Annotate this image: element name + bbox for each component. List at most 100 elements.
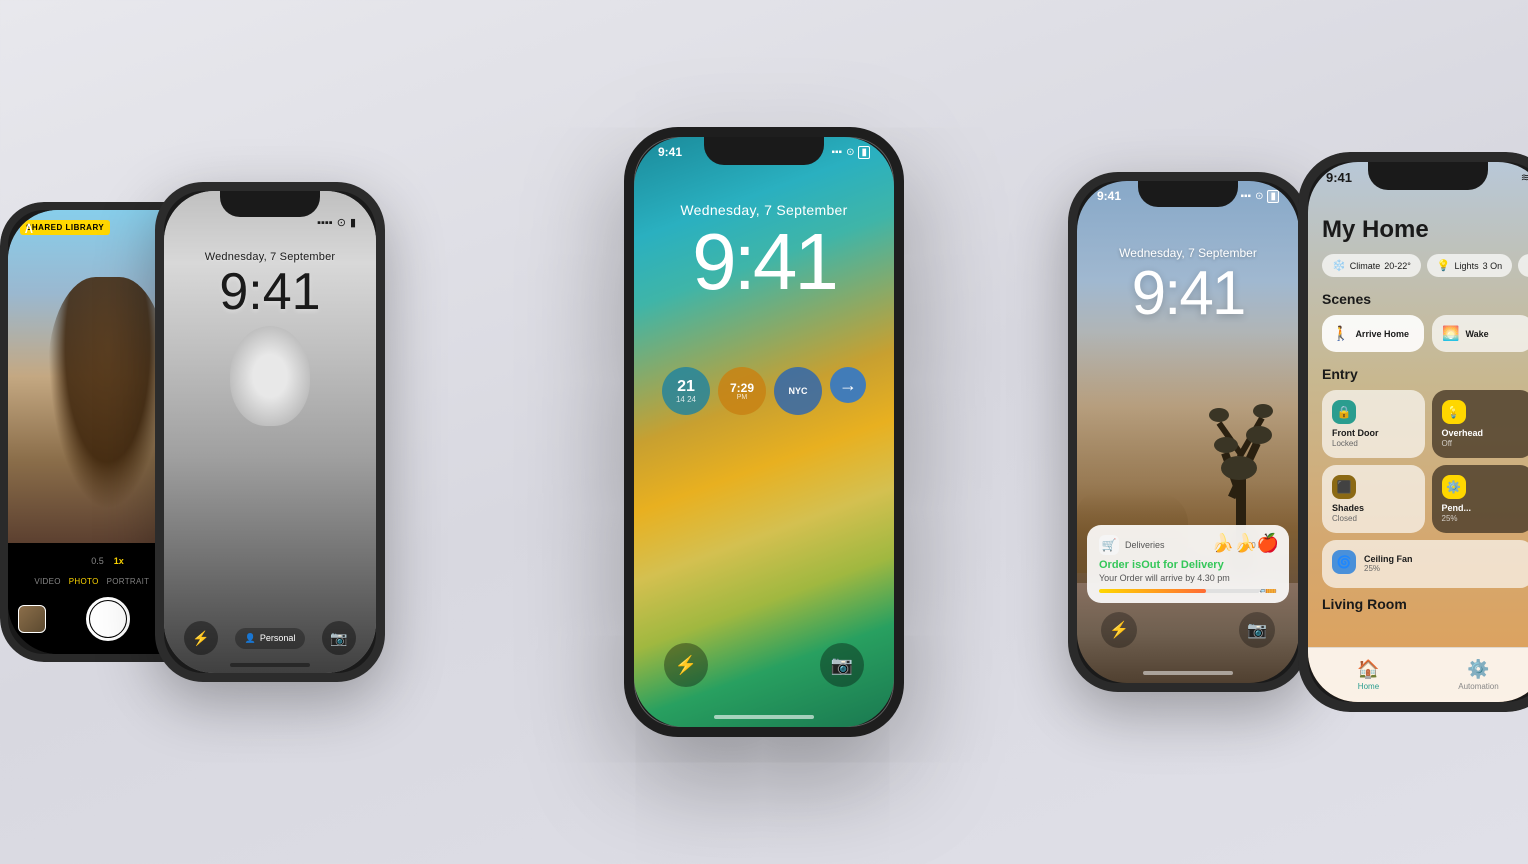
pending-icon: ⚙️ — [1442, 475, 1466, 499]
zoom-1x[interactable]: 1x — [114, 556, 124, 566]
widget-temp-range: 14 24 — [676, 395, 696, 404]
lights-icon: 💡 — [1437, 259, 1451, 272]
zoom-0-5[interactable]: 0.5 — [91, 556, 104, 566]
battery-icon-colorful: ▮ — [858, 146, 870, 159]
camera-mode-photo[interactable]: PHOTO — [69, 577, 99, 586]
device-card-pending[interactable]: ⚙️ Pend... 25% — [1432, 465, 1528, 533]
notif-truck-icon: 🚚 — [1257, 589, 1277, 593]
chip-climate-label: Climate — [1350, 261, 1381, 271]
ceiling-fan-name: Ceiling Fan — [1364, 554, 1413, 565]
home-content: My Home ❄️ Climate 20-22° 💡 Lights 3 On — [1308, 206, 1528, 702]
overhead-name: Overhead — [1442, 428, 1525, 439]
device-card-ceiling-fan[interactable]: 🌀 Ceiling Fan 25% — [1322, 540, 1528, 588]
notif-progress-fill — [1099, 589, 1206, 593]
chip-lights-label: Lights — [1455, 261, 1479, 271]
nav-home[interactable]: 🏠 Home — [1357, 659, 1379, 691]
chip-climate[interactable]: ❄️ Climate 20-22° — [1322, 254, 1421, 277]
scene-wake[interactable]: 🌅 Wake — [1432, 315, 1528, 352]
wifi-icon-desert: ⊙ — [1255, 191, 1263, 202]
desert-lock-bottom: ⚡ 📷 — [1077, 612, 1299, 648]
delivery-notification[interactable]: 🛒 Deliveries 10 items 🍌🍌🍎 Order isOut fo… — [1087, 525, 1289, 603]
signal-icon-desert: ▪▪▪ — [1240, 191, 1251, 202]
desert-flashlight-button[interactable]: ⚡ — [1101, 612, 1137, 648]
soundwave-icon: ≋ — [1521, 171, 1528, 184]
phones-container: SHARED LIBRARY ∧ ◎ 0.5 1x VIDEO PHOTO — [0, 0, 1528, 864]
shades-status: Closed — [1332, 514, 1415, 523]
shades-icon: ⬛ — [1332, 475, 1356, 499]
arrive-home-label: Arrive Home — [1355, 329, 1409, 339]
living-room-section-title: Living Room — [1322, 596, 1528, 612]
home-nav-label: Home — [1358, 682, 1379, 691]
desert-lock-time: 9:41 — [1077, 263, 1299, 325]
bw-personal-label[interactable]: 👤 Personal — [235, 628, 306, 649]
camera-mode-portrait[interactable]: PORTRAIT — [107, 577, 150, 586]
ceiling-fan-icon: 🌀 — [1332, 550, 1356, 574]
home-bottom-nav: 🏠 Home ⚙️ Automation — [1308, 647, 1528, 702]
device-card-shades[interactable]: ⬛ Shades Closed — [1322, 465, 1425, 533]
camera-mode-video[interactable]: VIDEO — [34, 577, 60, 586]
notif-status: Out for Delivery — [1141, 559, 1224, 571]
notif-app-icon: 🛒 — [1099, 535, 1119, 555]
widget-temp-value: 21 — [677, 379, 695, 395]
desert-camera-button[interactable]: 📷 — [1239, 612, 1275, 648]
colorful-home-indicator — [714, 715, 814, 719]
notch-bw — [220, 191, 320, 217]
lockscreen-widgets: 21 14 24 7:29 PM NYC → — [634, 367, 894, 415]
front-door-icon: 🔒 — [1332, 400, 1356, 424]
bw-flashlight-button[interactable]: ⚡ — [184, 621, 218, 655]
person-icon: 👤 — [245, 633, 256, 644]
pending-name: Pend... — [1442, 503, 1525, 514]
pending-status: 25% — [1442, 514, 1525, 523]
notif-title: Order isOut for Delivery — [1099, 559, 1277, 571]
notif-progress-bar: 🚚 — [1099, 589, 1277, 593]
overhead-icon: 💡 — [1442, 400, 1466, 424]
camera-thumbnail[interactable] — [18, 605, 46, 633]
widget-arrow[interactable]: → — [830, 367, 866, 403]
shades-name: Shades — [1332, 503, 1415, 514]
device-card-front-door[interactable]: 🔒 Front Door Locked — [1322, 390, 1425, 458]
signal-icon-colorful: ▪▪▪ — [831, 147, 842, 158]
widget-nyc: NYC — [774, 367, 822, 415]
notif-emojis: 🍌🍌🍎 — [1212, 533, 1279, 554]
desert-home-indicator — [1143, 671, 1233, 675]
shutter-button[interactable] — [86, 597, 130, 641]
wifi-icon-colorful: ⊙ — [846, 147, 854, 158]
automation-nav-label: Automation — [1458, 682, 1498, 691]
notif-subtitle: Your Order will arrive by 4.30 pm — [1099, 573, 1277, 583]
scene-arrive-home[interactable]: 🚶 Arrive Home — [1322, 315, 1424, 352]
widget-time-sub: PM — [737, 394, 748, 401]
ceiling-fan-section: 🌀 Ceiling Fan 25% — [1322, 540, 1528, 588]
colorful-camera-button[interactable]: 📷 — [820, 643, 864, 687]
wifi-icon-bw: ⊙ — [337, 216, 346, 229]
status-icons-bw: ▪▪▪▪ ⊙ ▮ — [317, 216, 356, 229]
camera-chevron-up-icon[interactable]: ∧ — [23, 218, 35, 238]
wake-label: Wake — [1465, 329, 1488, 339]
colorful-status-bar: 9:41 ▪▪▪ ⊙ ▮ — [634, 145, 894, 159]
colorful-lock-time: 9:41 — [634, 222, 894, 302]
automation-nav-icon: ⚙️ — [1467, 659, 1489, 680]
chip-climate-value: 20-22° — [1384, 261, 1411, 271]
phone-bw-lockscreen: ▪▪▪▪ ⊙ ▮ Wednesday, 7 September 9:41 ⚡ 👤… — [155, 182, 385, 682]
bw-camera-button[interactable]: 📷 — [322, 621, 356, 655]
home-nav-icon: 🏠 — [1357, 659, 1379, 680]
colorful-flashlight-button[interactable]: ⚡ — [664, 643, 708, 687]
wake-icon: 🌅 — [1442, 325, 1459, 342]
chip-security[interactable]: 🔒 Se — [1518, 254, 1528, 277]
signal-icon-bw: ▪▪▪▪ — [317, 217, 333, 229]
device-card-overhead[interactable]: 💡 Overhead Off — [1432, 390, 1528, 458]
widget-time: 7:29 PM — [718, 367, 766, 415]
colorful-lock-date: Wednesday, 7 September — [634, 202, 894, 218]
nav-automation[interactable]: ⚙️ Automation — [1458, 659, 1498, 691]
climate-icon: ❄️ — [1332, 259, 1346, 272]
home-status-bar: 9:41 ≋ — [1308, 170, 1528, 185]
scenes-row: 🚶 Arrive Home 🌅 Wake — [1322, 315, 1528, 352]
notif-title-text: Order is — [1099, 559, 1141, 571]
battery-icon-bw: ▮ — [350, 216, 356, 229]
bw-lock-date: Wednesday, 7 September — [164, 251, 376, 263]
desert-lock-date: Wednesday, 7 September — [1077, 246, 1299, 260]
chip-lights-value: 3 On — [1483, 261, 1503, 271]
widget-nyc-label: NYC — [788, 386, 807, 396]
chip-lights[interactable]: 💡 Lights 3 On — [1427, 254, 1512, 277]
desert-status-time: 9:41 — [1097, 189, 1121, 203]
entry-section-title: Entry — [1322, 366, 1528, 382]
